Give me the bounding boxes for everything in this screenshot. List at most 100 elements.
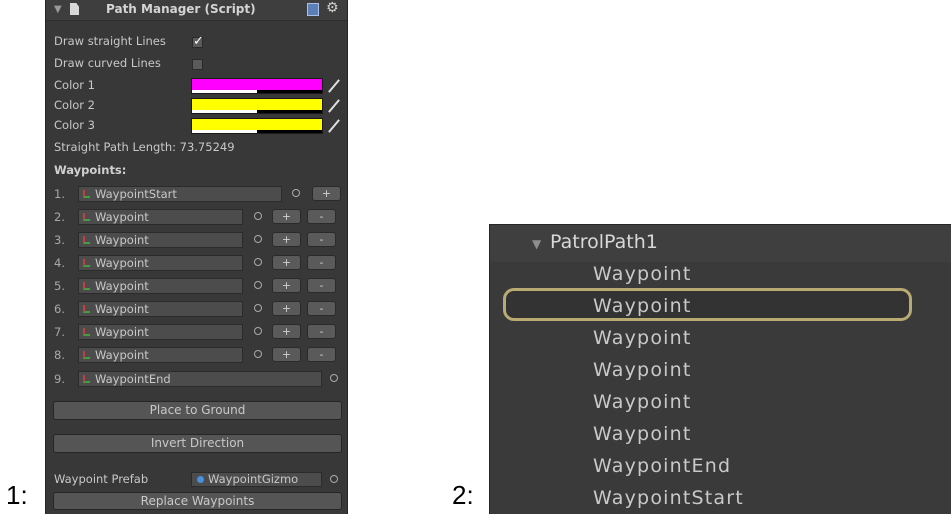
selection-highlight <box>503 288 912 321</box>
document-icon <box>70 3 79 15</box>
draw-curved-label: Draw curved Lines <box>54 56 161 70</box>
transform-icon <box>83 375 90 383</box>
color3-label: Color 3 <box>54 118 95 132</box>
color1-label: Color 1 <box>54 78 95 92</box>
transform-icon <box>83 351 90 359</box>
waypoint-field[interactable]: Waypoint <box>78 278 243 294</box>
remove-waypoint-button[interactable]: - <box>307 232 336 247</box>
hierarchy-item[interactable]: Waypoint <box>593 423 692 445</box>
object-picker-icon[interactable] <box>254 235 262 243</box>
draw-curved-checkbox[interactable] <box>192 59 203 70</box>
waypoint-index: 3. <box>54 233 65 247</box>
prefab-label: Waypoint Prefab <box>54 472 149 486</box>
object-picker-icon[interactable] <box>330 475 338 483</box>
gear-icon[interactable]: ⚙ <box>326 0 339 16</box>
color2-label: Color 2 <box>54 98 95 112</box>
remove-waypoint-button[interactable]: - <box>307 278 336 293</box>
transform-icon <box>83 328 90 336</box>
transform-icon <box>83 305 90 313</box>
waypoint-row: 4. Waypoint + - <box>54 255 344 272</box>
hierarchy-item[interactable]: WaypointStart <box>593 487 744 509</box>
waypoint-index: 9. <box>54 372 65 386</box>
prefab-field[interactable]: WaypointGizmo <box>191 472 322 487</box>
waypoint-row: 6. Waypoint + - <box>54 301 344 318</box>
waypoint-index: 5. <box>54 279 65 293</box>
figure-label-1: 1: <box>6 480 28 510</box>
invert-direction-button[interactable]: Invert Direction <box>53 434 342 453</box>
hierarchy-item[interactable]: Waypoint <box>593 327 692 349</box>
path-length-text: Straight Path Length: 73.75249 <box>54 140 235 154</box>
transform-icon <box>83 213 90 221</box>
transform-icon <box>83 259 90 267</box>
add-waypoint-button[interactable]: + <box>272 255 301 270</box>
add-waypoint-button[interactable]: + <box>272 278 301 293</box>
waypoint-row: 5. Waypoint + - <box>54 278 344 295</box>
object-picker-icon[interactable] <box>254 304 262 312</box>
waypoint-index: 6. <box>54 302 65 316</box>
foldout-arrow-icon[interactable]: ▼ <box>54 4 62 15</box>
color-picker-icon[interactable] <box>327 119 341 133</box>
waypoint-field[interactable]: Waypoint <box>78 255 243 271</box>
object-picker-icon[interactable] <box>254 212 262 220</box>
color-picker-icon[interactable] <box>327 79 341 93</box>
waypoint-index: 7. <box>54 325 65 339</box>
transform-icon <box>83 236 90 244</box>
waypoint-row: 2. Waypoint + - <box>54 209 344 226</box>
help-book-icon[interactable] <box>307 3 319 16</box>
add-waypoint-button[interactable]: + <box>272 301 301 316</box>
foldout-arrow-icon[interactable]: ▼ <box>532 237 541 251</box>
replace-waypoints-button[interactable]: Replace Waypoints <box>53 492 342 510</box>
waypoint-field[interactable]: Waypoint <box>78 209 243 225</box>
color2-swatch[interactable] <box>191 98 323 114</box>
hierarchy-panel: ▼ PatrolPath1 Waypoint Waypoint Waypoint… <box>489 224 951 514</box>
waypoint-index: 2. <box>54 210 65 224</box>
draw-straight-label: Draw straight Lines <box>54 34 166 48</box>
waypoint-row: 1. WaypointStart + <box>54 186 344 203</box>
object-picker-icon[interactable] <box>254 258 262 266</box>
waypoint-field[interactable]: WaypointEnd <box>78 371 322 387</box>
remove-waypoint-button[interactable]: - <box>307 209 336 224</box>
hierarchy-item[interactable]: Waypoint <box>593 359 692 381</box>
color-picker-icon[interactable] <box>327 99 341 113</box>
color1-swatch[interactable] <box>191 78 323 94</box>
draw-straight-checkbox[interactable]: ✓ <box>192 34 204 49</box>
waypoint-field[interactable]: Waypoint <box>78 347 243 363</box>
transform-icon <box>83 282 90 290</box>
prefab-icon <box>197 476 204 483</box>
waypoint-field[interactable]: WaypointStart <box>78 186 282 202</box>
object-picker-icon[interactable] <box>254 350 262 358</box>
object-picker-icon[interactable] <box>254 327 262 335</box>
object-picker-icon[interactable] <box>254 281 262 289</box>
add-waypoint-button[interactable]: + <box>272 324 301 339</box>
hierarchy-parent-label: PatrolPath1 <box>550 231 658 253</box>
remove-waypoint-button[interactable]: - <box>307 301 336 316</box>
remove-waypoint-button[interactable]: - <box>307 324 336 339</box>
place-to-ground-button[interactable]: Place to Ground <box>53 401 342 420</box>
waypoint-field[interactable]: Waypoint <box>78 232 243 248</box>
object-picker-icon[interactable] <box>292 189 300 197</box>
remove-waypoint-button[interactable]: - <box>307 255 336 270</box>
hierarchy-parent-row[interactable]: ▼ PatrolPath1 <box>490 225 951 262</box>
color3-swatch[interactable] <box>191 118 323 134</box>
waypoint-index: 8. <box>54 348 65 362</box>
remove-waypoint-button[interactable]: - <box>307 347 336 362</box>
component-title: Path Manager (Script) <box>106 2 256 16</box>
waypoints-header: Waypoints: <box>54 163 127 177</box>
hierarchy-item[interactable]: Waypoint <box>593 391 692 413</box>
hierarchy-item[interactable]: Waypoint <box>593 263 692 285</box>
add-waypoint-button[interactable]: + <box>312 186 341 201</box>
waypoint-field[interactable]: Waypoint <box>78 301 243 317</box>
transform-icon <box>83 190 90 198</box>
waypoint-field[interactable]: Waypoint <box>78 324 243 340</box>
inspector-panel: ▼ Path Manager (Script) ⚙ Draw straight … <box>45 0 348 514</box>
hierarchy-item-selected[interactable]: Waypoint <box>593 295 692 317</box>
hierarchy-item[interactable]: WaypointEnd <box>593 455 731 477</box>
waypoint-row: 9. WaypointEnd <box>54 371 344 388</box>
object-picker-icon[interactable] <box>330 374 338 382</box>
checkmark-icon: ✓ <box>193 34 204 49</box>
waypoint-row: 7. Waypoint + - <box>54 324 344 341</box>
add-waypoint-button[interactable]: + <box>272 209 301 224</box>
add-waypoint-button[interactable]: + <box>272 232 301 247</box>
component-header[interactable]: ▼ Path Manager (Script) ⚙ <box>46 0 347 21</box>
add-waypoint-button[interactable]: + <box>272 347 301 362</box>
